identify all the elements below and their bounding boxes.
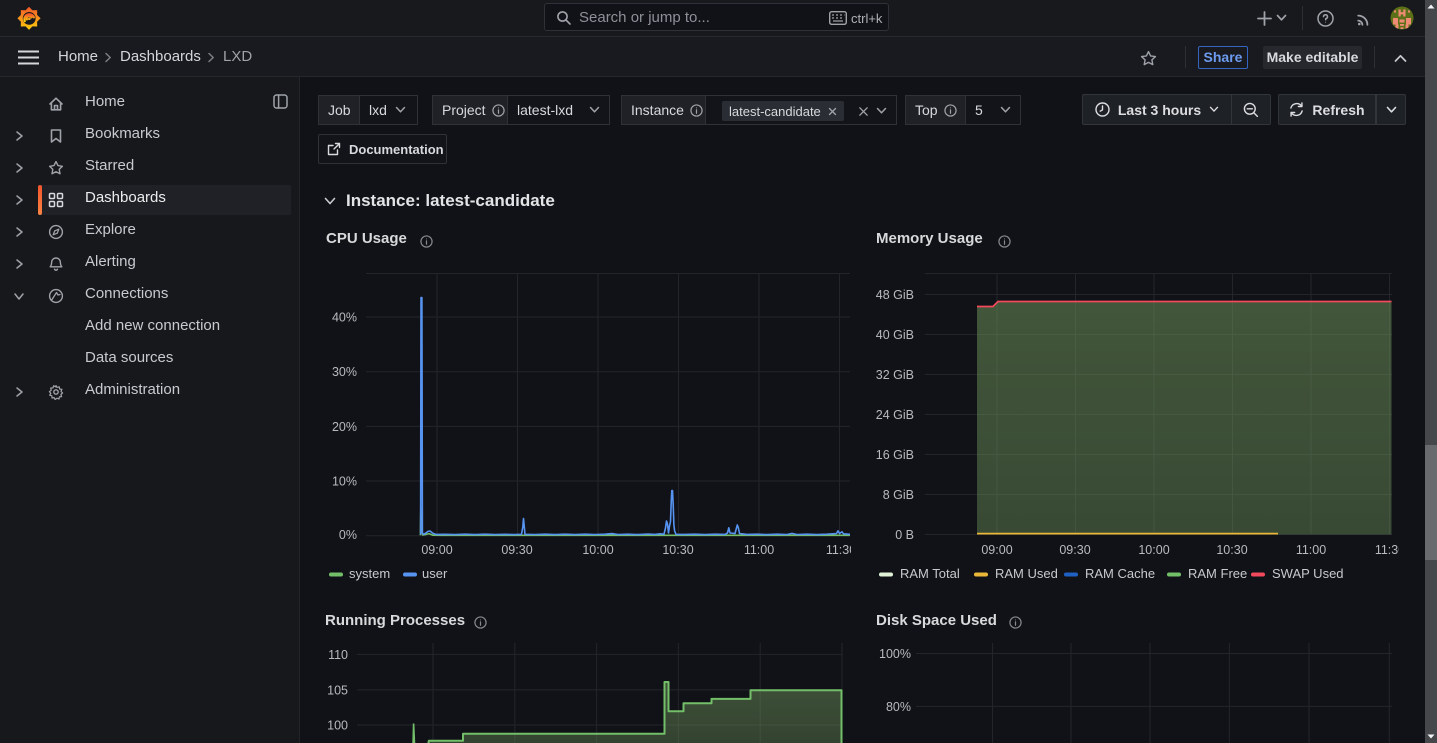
svg-text:11:00: 11:00 xyxy=(1296,543,1326,557)
svg-text:10%: 10% xyxy=(332,475,357,489)
svg-text:11:00: 11:00 xyxy=(744,543,774,557)
svg-text:system: system xyxy=(349,566,390,581)
svg-text:105: 105 xyxy=(327,684,348,698)
svg-text:48 GiB: 48 GiB xyxy=(876,288,914,302)
svg-text:11:30: 11:30 xyxy=(826,543,856,557)
svg-text:100%: 100% xyxy=(879,647,911,661)
svg-text:80%: 80% xyxy=(886,700,911,714)
svg-text:24 GiB: 24 GiB xyxy=(876,408,914,422)
svg-text:11:30: 11:30 xyxy=(1375,543,1405,557)
svg-text:09:00: 09:00 xyxy=(421,543,452,557)
svg-text:40%: 40% xyxy=(332,311,357,325)
svg-text:10:30: 10:30 xyxy=(662,543,693,557)
svg-text:100: 100 xyxy=(327,719,348,733)
svg-text:10:00: 10:00 xyxy=(582,543,613,557)
svg-text:110: 110 xyxy=(328,648,348,662)
svg-text:RAM Cache: RAM Cache xyxy=(1085,566,1155,581)
svg-text:09:30: 09:30 xyxy=(501,543,532,557)
svg-text:RAM Total: RAM Total xyxy=(900,566,960,581)
svg-text:30%: 30% xyxy=(332,365,357,379)
svg-text:RAM Free: RAM Free xyxy=(1188,566,1247,581)
svg-text:0 B: 0 B xyxy=(895,528,914,542)
svg-text:user: user xyxy=(422,566,448,581)
svg-text:RAM Used: RAM Used xyxy=(995,566,1058,581)
svg-text:SWAP Used: SWAP Used xyxy=(1272,566,1344,581)
svg-text:32 GiB: 32 GiB xyxy=(876,368,914,382)
svg-text:09:30: 09:30 xyxy=(1059,543,1090,557)
svg-text:40 GiB: 40 GiB xyxy=(876,328,914,342)
svg-text:16 GiB: 16 GiB xyxy=(876,448,914,462)
svg-text:10:00: 10:00 xyxy=(1138,543,1169,557)
svg-text:09:00: 09:00 xyxy=(981,543,1012,557)
svg-text:10:30: 10:30 xyxy=(1216,543,1247,557)
svg-text:0%: 0% xyxy=(339,528,357,542)
svg-text:8 GiB: 8 GiB xyxy=(883,488,914,502)
svg-text:20%: 20% xyxy=(332,420,357,434)
